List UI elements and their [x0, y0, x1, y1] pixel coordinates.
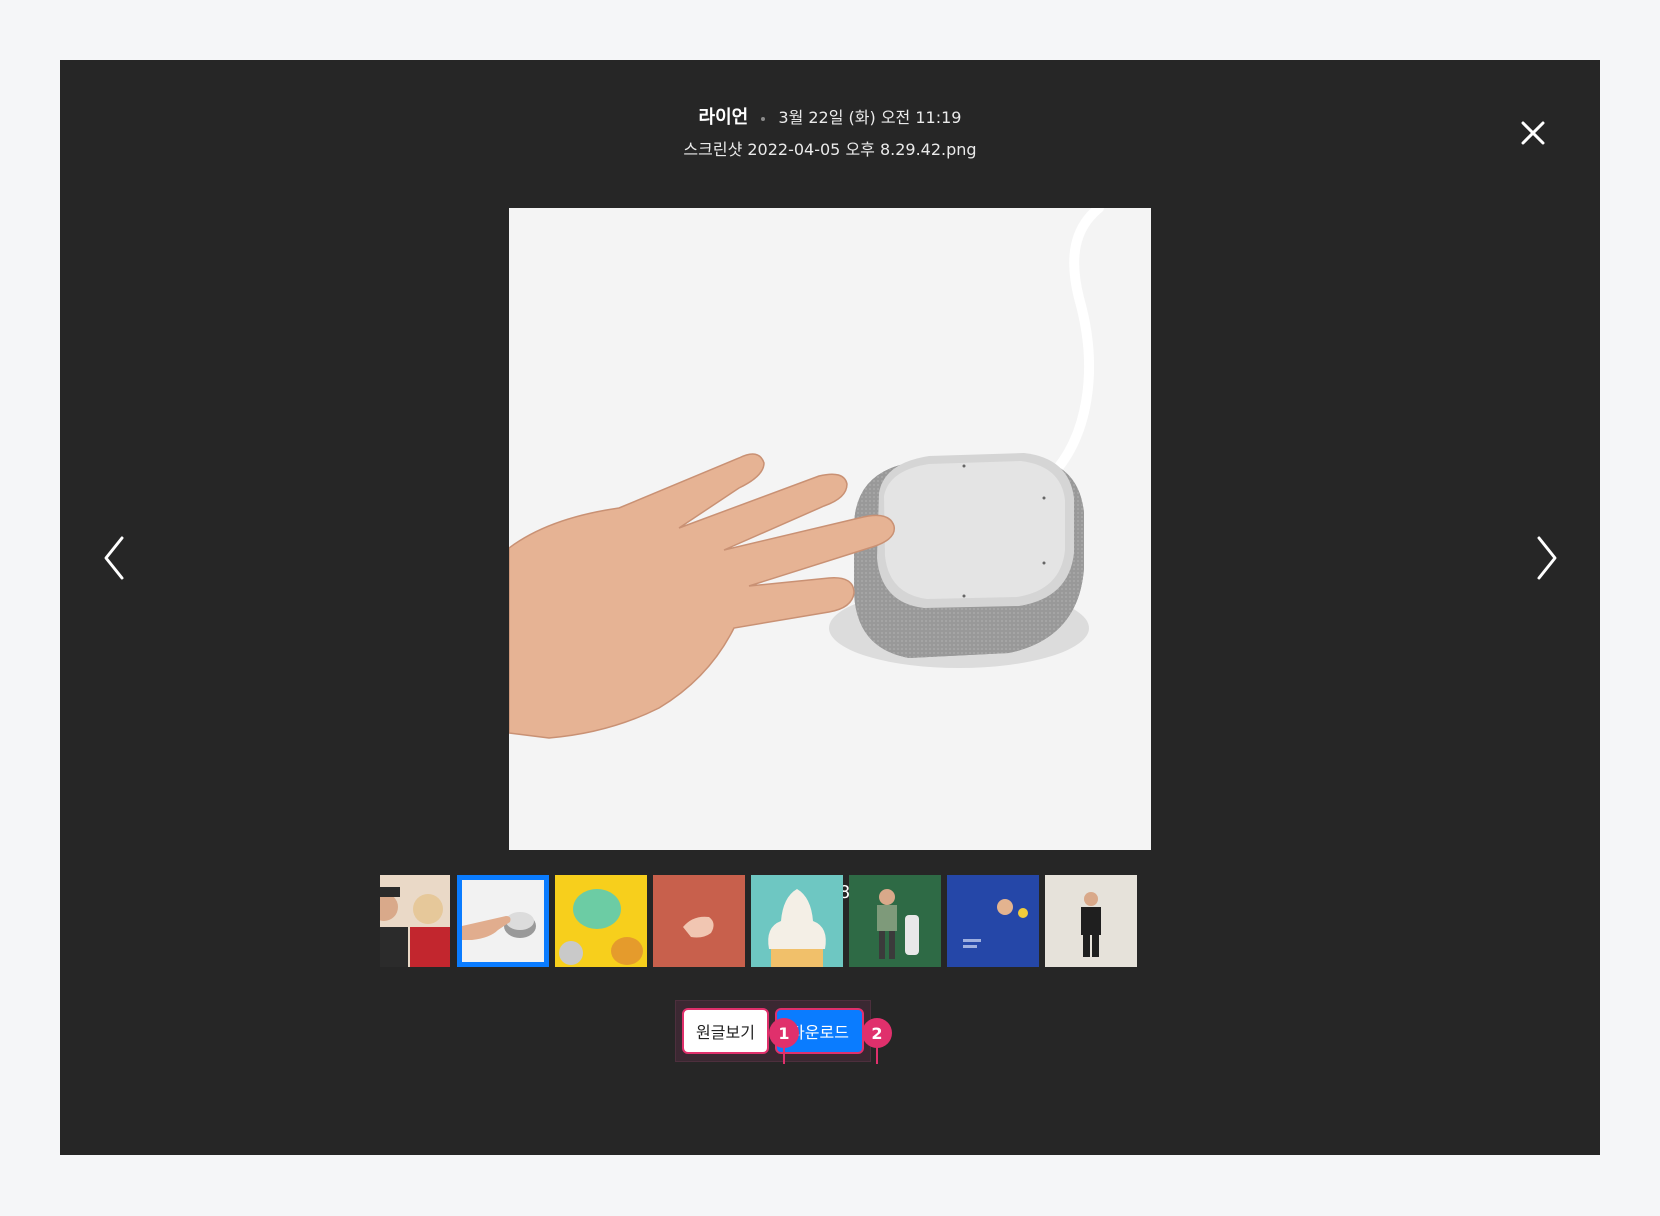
meta-line: 라이언 3월 22일 (화) 오전 11:19 [60, 104, 1600, 132]
annotation-marker-2: 2 [862, 1018, 892, 1048]
thumbnail-item[interactable] [1045, 875, 1137, 967]
thumbnail-item[interactable] [947, 875, 1039, 967]
thumb-people-image [380, 875, 450, 967]
chevron-right-icon [1537, 536, 1557, 580]
thumbnail-item-selected[interactable] [457, 875, 549, 967]
annotation-marker-2-connector [876, 1046, 878, 1064]
thumb-ice-cream-image [751, 875, 843, 967]
thumbnail-strip [380, 875, 1162, 967]
separator-dot [761, 116, 766, 121]
close-button[interactable] [1518, 118, 1548, 148]
thumbnail-item[interactable] [751, 875, 843, 967]
previous-button[interactable] [96, 528, 136, 588]
post-date: 3월 22일 (화) 오전 11:19 [778, 108, 962, 127]
thumb-man-suit-image [1045, 875, 1137, 967]
speaker-hand-photo [509, 208, 1151, 850]
close-icon [1521, 121, 1545, 145]
file-name: 스크린샷 2022-04-05 오후 8.29.42.png [683, 140, 977, 159]
thumb-golfer-image [849, 875, 941, 967]
author-name: 라이언 [698, 107, 749, 128]
main-image [509, 208, 1151, 850]
view-original-button[interactable]: 원글보기 [682, 1008, 769, 1054]
annotation-marker-1-connector [783, 1046, 785, 1064]
thumb-blue-poster-image [947, 875, 1039, 967]
thumb-green-character-image [555, 875, 647, 967]
chevron-left-icon [104, 536, 124, 580]
thumbnail-item[interactable] [849, 875, 941, 967]
image-viewer: 라이언 3월 22일 (화) 오전 11:19 스크린샷 2022-04-05 … [60, 60, 1600, 1155]
next-button[interactable] [1525, 528, 1565, 588]
thumbnail-item[interactable] [653, 875, 745, 967]
viewer-header: 라이언 3월 22일 (화) 오전 11:19 스크린샷 2022-04-05 … [60, 104, 1600, 160]
thumbnail-item[interactable] [555, 875, 647, 967]
annotation-marker-1: 1 [769, 1018, 799, 1048]
thumbnail-item[interactable] [380, 875, 450, 967]
thumb-hand-figure-image [653, 875, 745, 967]
thumb-speaker-image [462, 880, 544, 962]
